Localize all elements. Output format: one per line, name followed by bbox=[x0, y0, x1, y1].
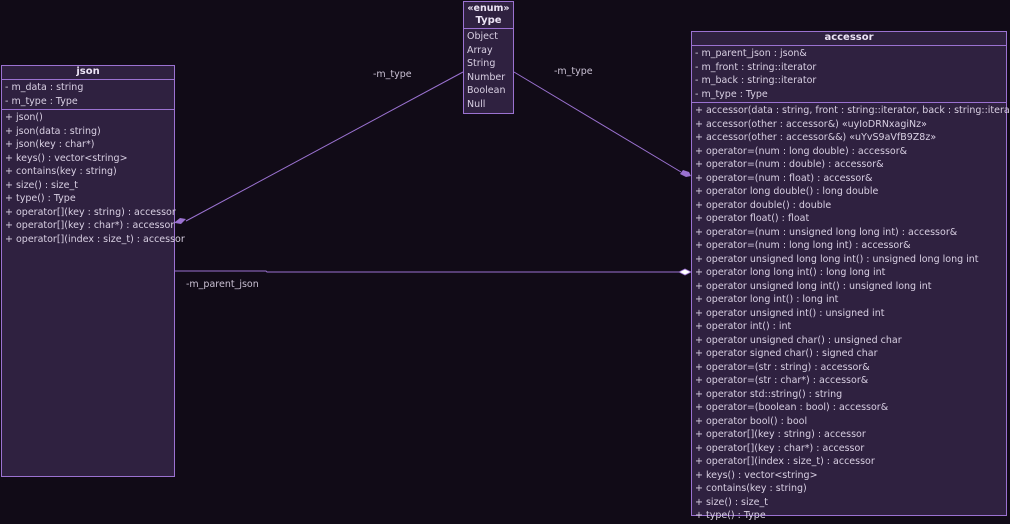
accessor-operation: + operator long long int() : long long i… bbox=[695, 267, 886, 278]
type-enum-header: «enum» Type bbox=[464, 2, 513, 29]
json-attribute: - m_data : string bbox=[5, 82, 84, 93]
accessor-operation: + contains(key : string) bbox=[695, 483, 807, 494]
accessor-attributes: - m_parent_json : json& - m_front : stri… bbox=[692, 46, 1006, 103]
accessor-operation: + operator=(num : long double) : accesso… bbox=[695, 145, 908, 157]
enum-stereotype: «enum» bbox=[467, 3, 510, 14]
enum-literal: String bbox=[467, 58, 496, 69]
accessor-operation: + operator=(num : unsigned long long int… bbox=[695, 226, 958, 238]
accessor-operation: + operator=(num : double) : accessor& bbox=[695, 159, 884, 170]
json-operation: + json() bbox=[5, 112, 43, 123]
enum-literal: Number bbox=[467, 71, 506, 83]
accessor-operation: + accessor(other : accessor&&) «uYvS9aVf… bbox=[695, 132, 937, 143]
accessor-operation: + accessor(data : string, front : string… bbox=[695, 105, 1010, 116]
accessor-operation: + operator long int() : long int bbox=[695, 294, 839, 305]
accessor-type-association bbox=[513, 71, 682, 173]
accessor-operation: + operator signed char() : signed char bbox=[695, 348, 878, 359]
enum-literal: Null bbox=[467, 98, 486, 110]
accessor-operation: + operator bool() : bool bbox=[695, 415, 808, 427]
accessor-operation: + operator[](key : char*) : accessor bbox=[695, 442, 865, 454]
json-operation: + json(data : string) bbox=[5, 125, 101, 137]
enum-literal: Boolean bbox=[467, 85, 506, 96]
parent-json-association bbox=[175, 270, 679, 273]
parent-json-edge-label: -m_parent_json bbox=[186, 279, 259, 290]
accessor-attribute: - m_parent_json : json& bbox=[695, 48, 807, 59]
accessor-type-edge-label: -m_type bbox=[554, 66, 593, 77]
json-class-name: json bbox=[2, 66, 174, 80]
accessor-operation: + operator int() : int bbox=[695, 321, 792, 332]
accessor-operation: + operator=(num : float) : accessor& bbox=[695, 172, 873, 184]
accessor-operation: + operator unsigned char() : unsigned ch… bbox=[695, 334, 902, 346]
json-operation: + operator[](key : string) : accessor bbox=[5, 206, 176, 218]
json-operation: + contains(key : string) bbox=[5, 166, 117, 177]
accessor-operation: + operator unsigned long long int() : un… bbox=[695, 253, 979, 265]
accessor-attribute: - m_type : Type bbox=[695, 88, 768, 100]
json-operations: + json() + json(data : string) + json(ke… bbox=[2, 110, 185, 247]
accessor-operation: + operator=(boolean : bool) : accessor& bbox=[695, 402, 889, 413]
enum-literal: Array bbox=[467, 44, 493, 56]
json-operation: + operator[](key : char*) : accessor bbox=[5, 220, 175, 231]
accessor-operation: + operator float() : float bbox=[695, 213, 810, 224]
accessor-operation: + operator[](key : string) : accessor bbox=[695, 429, 866, 440]
json-operation: + type() : Type bbox=[5, 193, 76, 204]
accessor-operation: + operator unsigned long int() : unsigne… bbox=[695, 280, 932, 292]
enum-literal: Object bbox=[467, 31, 498, 42]
accessor-operation: + operator double() : double bbox=[695, 199, 832, 211]
json-composition-diamond bbox=[175, 218, 186, 224]
accessor-operation: + operator std::string() : string bbox=[695, 388, 843, 400]
json-type-edge-label: -m_type bbox=[373, 69, 412, 80]
json-operation: + json(key : char*) bbox=[5, 139, 95, 150]
json-attributes: - m_data : string - m_type : Type bbox=[2, 80, 174, 110]
json-operation: + size() : size_t bbox=[5, 179, 78, 191]
accessor-class-box[interactable]: accessor - m_parent_json : json& - m_fro… bbox=[691, 31, 1010, 521]
accessor-composition-diamond bbox=[680, 170, 691, 177]
accessor-class-name: accessor bbox=[692, 32, 1006, 46]
type-enum-box[interactable]: «enum» Type Object Array String Number B… bbox=[463, 1, 514, 114]
accessor-operation: + operator=(str : string) : accessor& bbox=[695, 361, 870, 373]
accessor-operation: + size() : size_t bbox=[695, 496, 768, 508]
json-operation: + keys() : vector<string> bbox=[5, 152, 128, 164]
type-enum-literals: Object Array String Number Boolean Null bbox=[464, 29, 513, 112]
accessor-attribute: - m_front : string::iterator bbox=[695, 61, 817, 73]
accessor-attribute: - m_back : string::iterator bbox=[695, 75, 817, 86]
accessor-operations: + accessor(data : string, front : string… bbox=[692, 103, 1010, 524]
accessor-operation: + operator=(str : char*) : accessor& bbox=[695, 375, 869, 386]
accessor-operation: + operator unsigned int() : unsigned int bbox=[695, 307, 885, 319]
json-type-association bbox=[185, 71, 464, 222]
parent-json-aggregation-diamond bbox=[678, 268, 692, 276]
accessor-operation: + operator[](index : size_t) : accessor bbox=[695, 456, 875, 467]
json-operation: + operator[](index : size_t) : accessor bbox=[5, 233, 185, 245]
accessor-operation: + operator long double() : long double bbox=[695, 186, 879, 197]
accessor-operation: + keys() : vector<string> bbox=[695, 469, 818, 481]
type-enum-name: Type bbox=[475, 15, 502, 26]
uml-diagram: -m_type -m_type -m_parent_json json - m_… bbox=[0, 0, 1010, 521]
json-class-box[interactable]: json - m_data : string - m_type : Type +… bbox=[1, 65, 185, 477]
accessor-operation: + operator=(num : long long int) : acces… bbox=[695, 240, 911, 251]
accessor-operation: + accessor(other : accessor&) «uyIoDRNxa… bbox=[695, 118, 927, 130]
json-attribute: - m_type : Type bbox=[5, 95, 78, 107]
